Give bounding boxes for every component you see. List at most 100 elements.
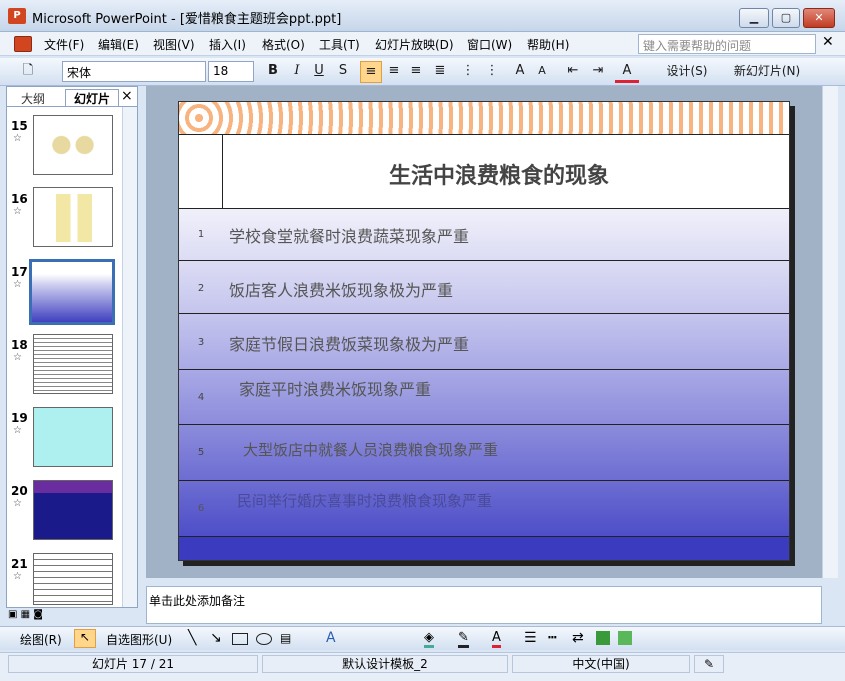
menu-tools[interactable]: 工具(T)	[319, 36, 360, 53]
slide-canvas[interactable]: 生活中浪费粮食的现象 1 学校食堂就餐时浪费蔬菜现象严重 2 饭店客人浪费米饭现…	[178, 101, 790, 561]
star-icon: ☆	[13, 206, 22, 217]
menu-insert[interactable]: 插入(I)	[209, 36, 246, 53]
align-left-icon[interactable]: ≡	[360, 61, 382, 83]
slide-thumbnail[interactable]	[33, 187, 113, 247]
font-color-icon[interactable]: A	[615, 61, 639, 83]
close-doc-icon[interactable]: ✕	[822, 34, 834, 50]
row-number: 4	[197, 392, 205, 403]
ellipse-icon[interactable]	[256, 633, 272, 645]
numbering-icon[interactable]: ⋮	[458, 61, 478, 83]
line-icon[interactable]: ╲	[188, 630, 196, 646]
menu-slideshow[interactable]: 幻灯片放映(D)	[375, 36, 454, 53]
font-select[interactable]: 宋体	[62, 61, 206, 82]
increase-font-icon[interactable]: A	[510, 61, 530, 83]
arrow-style-icon[interactable]: ⇄	[572, 630, 584, 646]
row-number: 6	[197, 503, 205, 514]
design-template-name: 默认设计模板_2	[262, 655, 508, 673]
font-size-select[interactable]: 18	[208, 61, 254, 82]
maximize-button[interactable]: ▢	[772, 8, 800, 28]
spellcheck-icon[interactable]: ✎	[694, 655, 724, 673]
row-text[interactable]: 家庭节假日浪费饭菜现象极为严重	[229, 331, 469, 355]
wordart-icon[interactable]: A	[326, 630, 336, 646]
tab-slides[interactable]: 幻灯片	[65, 89, 119, 107]
shadow-style-icon[interactable]	[596, 631, 610, 645]
slide-thumbnail[interactable]	[33, 480, 113, 540]
3d-style-icon[interactable]	[618, 631, 632, 645]
shadow-button[interactable]: S	[334, 61, 352, 83]
slide-thumbnail[interactable]	[33, 407, 113, 467]
line-color-icon[interactable]: ✎	[458, 630, 469, 648]
row-text[interactable]: 民间举行婚庆喜事时浪费粮食现象严重	[237, 490, 492, 511]
flower-border-decoration	[179, 102, 789, 134]
arrow-icon[interactable]: ↘	[210, 630, 222, 646]
slide-number: 16	[11, 192, 28, 206]
slide-thumbnail[interactable]	[33, 553, 113, 605]
dash-style-icon[interactable]: ┅	[548, 630, 556, 646]
language-indicator: 中文(中国)	[512, 655, 690, 673]
panel-close-icon[interactable]: ×	[121, 88, 133, 104]
row-text[interactable]: 家庭平时浪费米饭现象严重	[239, 376, 431, 400]
autoshapes-menu-button[interactable]: 自选图形(U)	[106, 631, 172, 648]
panel-scrollbar[interactable]	[122, 107, 137, 607]
align-center-icon[interactable]: ≡	[384, 61, 404, 83]
view-buttons[interactable]: ▣ ▦ ◙	[8, 609, 58, 623]
font-color-icon[interactable]: A	[492, 630, 501, 648]
menu-edit[interactable]: 编辑(E)	[98, 36, 139, 53]
italic-button[interactable]: I	[288, 61, 306, 83]
notes-field[interactable]: 单击此处添加备注	[146, 586, 822, 624]
slide-number: 20	[11, 484, 28, 498]
bullets-icon[interactable]: ⋮	[482, 61, 502, 83]
textbox-icon[interactable]: ▤	[280, 631, 291, 645]
table-row: 4 家庭平时浪费米饭现象严重	[179, 369, 789, 424]
align-right-icon[interactable]: ≡	[406, 61, 426, 83]
slide-thumbnail[interactable]	[33, 334, 113, 394]
row-text[interactable]: 大型饭店中就餐人员浪费粮食现象严重	[243, 439, 498, 460]
star-icon: ☆	[13, 133, 22, 144]
star-icon: ☆	[13, 279, 22, 290]
panel-top-border	[7, 106, 137, 107]
fill-color-icon[interactable]: ◈	[424, 630, 434, 648]
decrease-indent-icon[interactable]: ⇤	[563, 61, 583, 83]
slides-panel: 大纲 幻灯片 × 15 ☆ 16 ☆ 17 ☆ 18 ☆ 19 ☆ 20 ☆ 2…	[6, 86, 138, 608]
help-search-input[interactable]: 键入需要帮助的问题	[638, 34, 816, 54]
menu-format[interactable]: 格式(O)	[262, 36, 305, 53]
slide-thumbnail[interactable]	[33, 115, 113, 175]
table-footer	[179, 536, 789, 560]
minimize-button[interactable]: ▁	[739, 8, 769, 28]
tab-outline[interactable]: 大纲	[21, 90, 59, 106]
menu-window[interactable]: 窗口(W)	[467, 36, 512, 53]
close-button[interactable]: ✕	[803, 8, 835, 28]
slide-title[interactable]: 生活中浪费粮食的现象	[389, 158, 609, 190]
select-pointer-icon[interactable]: ↖	[74, 629, 96, 648]
decrease-font-icon[interactable]: A	[533, 61, 551, 83]
underline-button[interactable]: U	[310, 61, 328, 83]
row-number: 5	[197, 447, 205, 458]
slide-number: 21	[11, 557, 28, 571]
workspace-scrollbar[interactable]	[822, 86, 838, 578]
rectangle-icon[interactable]	[232, 633, 248, 645]
table-row: 2 饭店客人浪费米饭现象极为严重	[179, 260, 789, 313]
powerpoint-logo-icon: P	[8, 8, 26, 24]
menu-file[interactable]: 文件(F)	[44, 36, 84, 53]
row-text[interactable]: 学校食堂就餐时浪费蔬菜现象严重	[229, 223, 469, 247]
increase-indent-icon[interactable]: ⇥	[588, 61, 608, 83]
new-slide-button[interactable]: 新幻灯片(N)	[722, 61, 812, 83]
star-icon: ☆	[13, 498, 22, 509]
slide-thumbnail-selected[interactable]	[29, 259, 115, 325]
slide-counter: 幻灯片 17 / 21	[8, 655, 258, 673]
star-icon: ☆	[13, 352, 22, 363]
draw-menu-button[interactable]: 绘图(R)	[20, 631, 62, 648]
row-text[interactable]: 饭店客人浪费米饭现象极为严重	[229, 277, 453, 301]
design-button[interactable]: 设计(S)	[656, 61, 718, 83]
line-style-icon[interactable]: ☰	[524, 630, 537, 646]
new-document-icon[interactable]: 🗋	[18, 61, 38, 83]
bold-button[interactable]: B	[264, 61, 282, 83]
distribute-icon[interactable]: ≣	[430, 61, 450, 83]
menu-view[interactable]: 视图(V)	[153, 36, 195, 53]
table-row: 3 家庭节假日浪费饭菜现象极为严重	[179, 313, 789, 369]
doc-icon[interactable]	[14, 36, 32, 52]
row-number: 1	[197, 229, 205, 240]
menu-help[interactable]: 帮助(H)	[527, 36, 569, 53]
slide-number: 15	[11, 119, 28, 133]
drawing-toolbar: 绘图(R) ↖ 自选图形(U) ╲ ↘ ▤ A ◈ ✎ A ☰ ┅ ⇄	[0, 626, 845, 650]
